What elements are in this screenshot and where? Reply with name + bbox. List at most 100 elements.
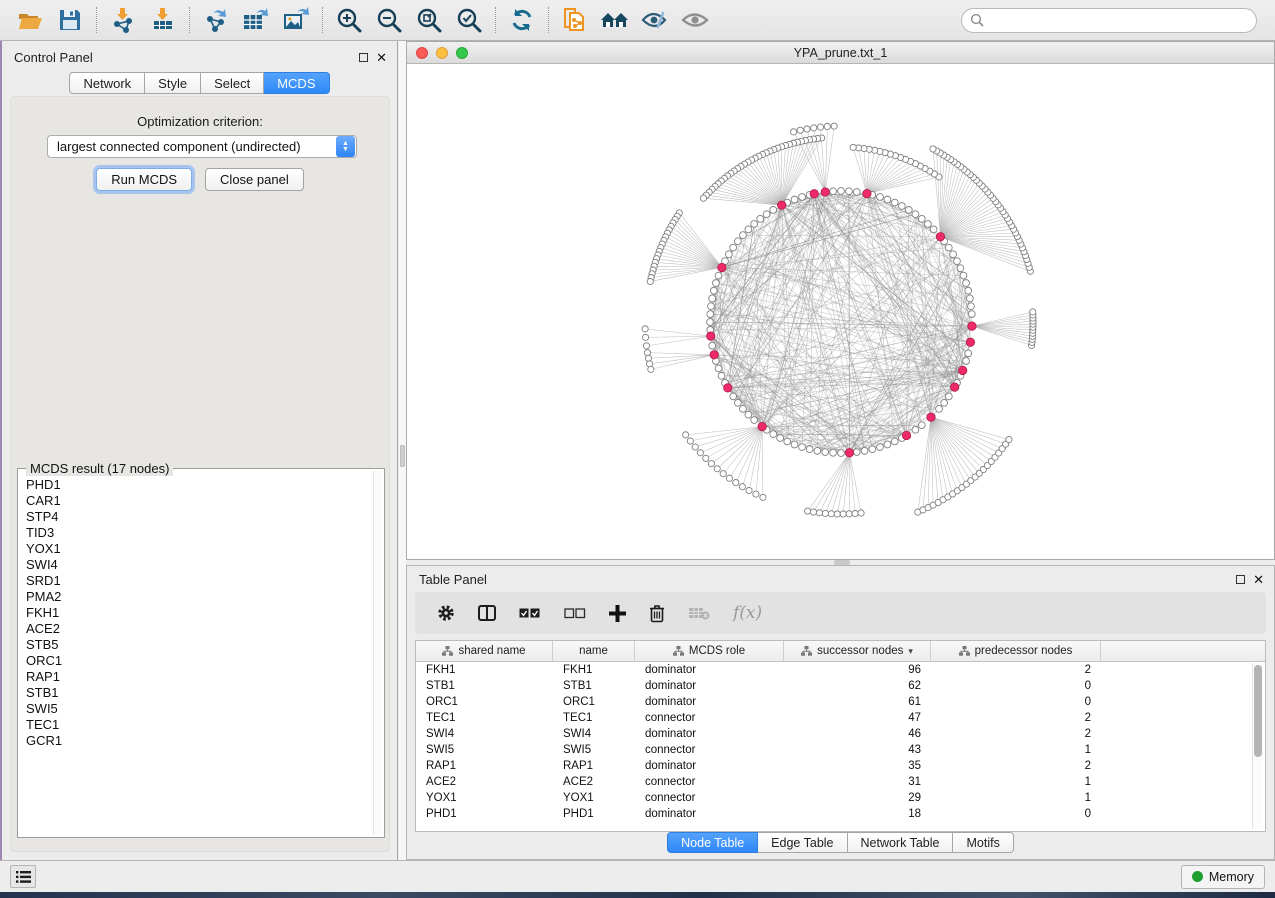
ring-node[interactable] (898, 203, 905, 210)
ring-node[interactable] (950, 251, 957, 258)
run-mcds-button[interactable]: Run MCDS (96, 168, 192, 191)
ring-node[interactable] (853, 189, 860, 196)
ring-node[interactable] (814, 447, 821, 454)
leaf-node[interactable] (714, 466, 720, 472)
result-node[interactable]: SWI4 (26, 557, 372, 573)
ring-node[interactable] (846, 188, 853, 195)
ring-node[interactable] (734, 238, 741, 245)
vertical-splitter[interactable] (399, 41, 406, 860)
duplicate-network-button[interactable] (555, 4, 595, 36)
ring-node[interactable] (822, 449, 829, 456)
result-scrollbar[interactable] (373, 471, 382, 835)
ring-node[interactable] (751, 417, 758, 424)
dominator-node[interactable] (778, 201, 786, 209)
ring-node[interactable] (725, 251, 732, 258)
ring-node[interactable] (918, 215, 925, 222)
result-node[interactable]: ACE2 (26, 621, 372, 637)
leaf-node[interactable] (824, 123, 830, 129)
leaf-node[interactable] (1030, 309, 1036, 315)
select-all-columns-button[interactable] (519, 608, 541, 619)
result-node[interactable]: PHD1 (26, 477, 372, 493)
ring-node[interactable] (830, 188, 837, 195)
leaf-node[interactable] (840, 511, 846, 517)
result-node[interactable]: TID3 (26, 525, 372, 541)
ring-node[interactable] (877, 194, 884, 201)
dominator-node[interactable] (950, 383, 958, 391)
leaf-node[interactable] (834, 511, 840, 517)
ring-node[interactable] (715, 272, 722, 279)
close-panel-icon[interactable]: ✕ (376, 53, 387, 62)
leaf-node[interactable] (790, 129, 796, 135)
ring-node[interactable] (791, 196, 798, 203)
ring-node[interactable] (954, 258, 961, 265)
dominator-node[interactable] (927, 413, 935, 421)
table-settings-button[interactable] (437, 604, 455, 622)
dominator-node[interactable] (966, 338, 974, 346)
add-column-button[interactable] (609, 605, 626, 622)
splitter-handle[interactable] (400, 445, 405, 467)
mcds-result-list[interactable]: PHD1CAR1STP4TID3YOX1SWI4SRD1PMA2FKH1ACE2… (26, 477, 372, 835)
zoom-fit-button[interactable] (409, 4, 449, 36)
column-header-successor-nodes[interactable]: successor nodes ▾ (784, 641, 931, 661)
leaf-node[interactable] (645, 355, 651, 361)
refresh-button[interactable] (502, 4, 542, 36)
ring-node[interactable] (945, 393, 952, 400)
show-all-button[interactable] (675, 4, 715, 36)
task-history-button[interactable] (10, 865, 36, 888)
ring-node[interactable] (745, 411, 752, 418)
table-scrollbar[interactable] (1252, 663, 1263, 829)
ring-node[interactable] (965, 287, 972, 294)
zoom-in-button[interactable] (329, 4, 369, 36)
ring-node[interactable] (853, 449, 860, 456)
leaf-node[interactable] (746, 487, 752, 493)
tab-node-table[interactable]: Node Table (667, 832, 758, 853)
ring-node[interactable] (734, 399, 741, 406)
leaf-node[interactable] (708, 461, 714, 467)
tab-style[interactable]: Style (145, 72, 201, 94)
scrollbar-thumb[interactable] (1254, 665, 1262, 757)
leaf-node[interactable] (683, 432, 689, 438)
dominator-node[interactable] (710, 351, 718, 359)
ring-node[interactable] (806, 446, 813, 453)
leaf-node[interactable] (822, 510, 828, 516)
network-titlebar[interactable]: YPA_prune.txt_1 (407, 42, 1274, 64)
ring-node[interactable] (830, 449, 837, 456)
leaf-node[interactable] (644, 350, 650, 356)
tab-select[interactable]: Select (201, 72, 264, 94)
table-row[interactable]: PHD1PHD1dominator180 (416, 806, 1265, 822)
memory-button[interactable]: Memory (1181, 865, 1265, 889)
column-header-predecessor-nodes[interactable]: predecessor nodes (931, 641, 1101, 661)
hide-selected-button[interactable] (635, 4, 675, 36)
float-panel-icon[interactable] (359, 53, 368, 62)
ring-node[interactable] (730, 244, 737, 251)
zoom-out-button[interactable] (369, 4, 409, 36)
leaf-node[interactable] (852, 510, 858, 516)
leaf-node[interactable] (720, 471, 726, 477)
result-node[interactable]: FKH1 (26, 605, 372, 621)
ring-node[interactable] (713, 280, 720, 287)
export-network-button[interactable] (196, 4, 236, 36)
ring-node[interactable] (718, 372, 725, 379)
first-neighbors-button[interactable] (595, 4, 635, 36)
ring-node[interactable] (709, 342, 716, 349)
ring-node[interactable] (966, 295, 973, 302)
table-row[interactable]: RAP1RAP1dominator352 (416, 758, 1265, 774)
ring-node[interactable] (777, 435, 784, 442)
ring-node[interactable] (941, 399, 948, 406)
tab-network-table[interactable]: Network Table (848, 832, 954, 853)
leaf-node[interactable] (726, 475, 732, 481)
result-node[interactable]: SRD1 (26, 573, 372, 589)
tab-network[interactable]: Network (69, 72, 145, 94)
ring-node[interactable] (912, 426, 919, 433)
result-node[interactable]: YOX1 (26, 541, 372, 557)
ring-node[interactable] (791, 441, 798, 448)
column-header-shared-name[interactable]: shared name (416, 641, 553, 661)
leaf-node[interactable] (733, 480, 739, 486)
dominator-node[interactable] (718, 263, 726, 271)
ring-node[interactable] (930, 226, 937, 233)
ring-node[interactable] (960, 272, 967, 279)
search-box[interactable] (961, 8, 1257, 33)
leaf-node[interactable] (642, 326, 648, 332)
dominator-node[interactable] (968, 322, 976, 330)
ring-node[interactable] (751, 221, 758, 228)
